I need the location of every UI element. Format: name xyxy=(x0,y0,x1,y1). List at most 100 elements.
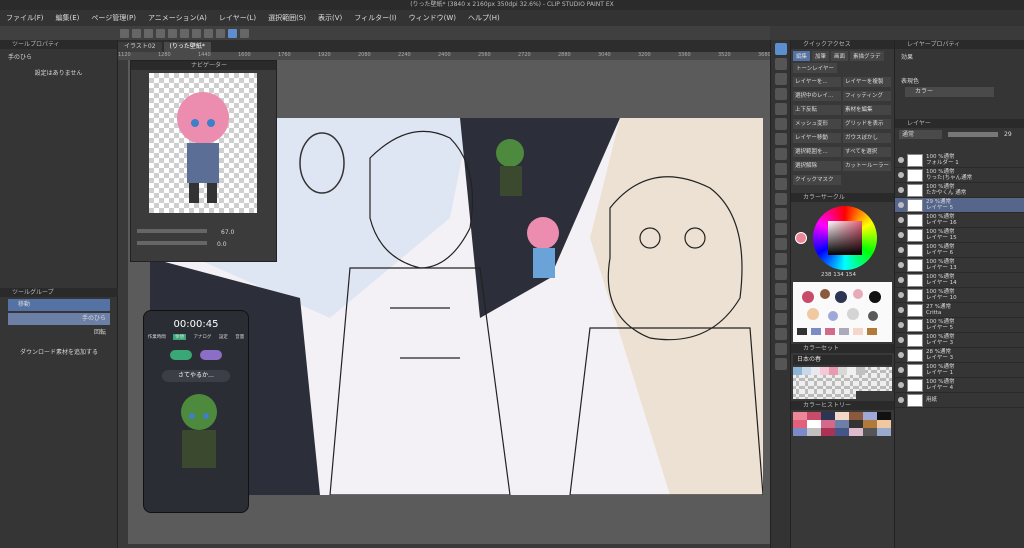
color-swatch[interactable] xyxy=(811,391,820,399)
eye-icon[interactable] xyxy=(898,337,904,343)
quick-access-button[interactable]: フィッティング xyxy=(843,91,891,101)
color-swatch[interactable] xyxy=(793,367,802,375)
tab-illust02[interactable]: イラスト02 xyxy=(118,42,162,52)
ruler-tool-icon[interactable] xyxy=(774,298,787,310)
color-swatch[interactable] xyxy=(829,383,838,391)
color-swatch[interactable] xyxy=(829,391,838,399)
eye-icon[interactable] xyxy=(898,217,904,223)
layer-row[interactable]: 100 %通常 レイヤー 1 xyxy=(895,363,1024,378)
menu-item[interactable]: フィルター(I) xyxy=(348,13,402,23)
layer-row[interactable]: 100 %通常 レイヤー 3 xyxy=(895,333,1024,348)
quick-access-button[interactable]: レイヤーを... xyxy=(793,77,841,87)
wand-tool-icon[interactable] xyxy=(774,118,787,130)
menu-item[interactable]: ウィンドウ(W) xyxy=(403,13,462,23)
opacity-value[interactable]: 29 xyxy=(1004,131,1012,138)
color-set-grid[interactable] xyxy=(793,367,892,399)
undo-icon[interactable] xyxy=(156,28,165,38)
subtool-hand[interactable]: 手のひら xyxy=(8,313,110,325)
expression-select[interactable]: カラー xyxy=(905,87,994,97)
new-icon[interactable] xyxy=(120,28,129,38)
color-swatch[interactable] xyxy=(856,367,865,375)
navigator-zoom[interactable]: 67.0 xyxy=(221,229,234,236)
eyedropper-tool-icon[interactable] xyxy=(774,73,787,85)
quick-access-tab[interactable]: 画面 xyxy=(831,51,849,61)
menu-item[interactable]: レイヤー(L) xyxy=(213,13,262,23)
color-swatch[interactable] xyxy=(829,367,838,375)
eye-icon[interactable] xyxy=(898,262,904,268)
history-swatch[interactable] xyxy=(821,428,835,436)
open-icon[interactable] xyxy=(132,28,141,38)
color-wheel[interactable]: 238 134 154 xyxy=(791,202,894,280)
color-swatch[interactable] xyxy=(793,391,802,399)
color-swatch[interactable] xyxy=(802,383,811,391)
quick-access-button[interactable]: レイヤー移動 xyxy=(793,133,841,143)
color-palette-image[interactable] xyxy=(793,282,892,342)
color-history-grid[interactable] xyxy=(793,412,892,436)
quick-access-button[interactable]: クイックマスク xyxy=(793,175,841,185)
eye-icon[interactable] xyxy=(898,187,904,193)
layer-row[interactable]: 100 %通常 レイヤー 15 xyxy=(895,228,1024,243)
history-swatch[interactable] xyxy=(807,428,821,436)
eye-icon[interactable] xyxy=(898,232,904,238)
move-tool-icon[interactable] xyxy=(774,88,787,100)
layer-row[interactable]: 100 %通常 フォルダー 1 xyxy=(895,153,1024,168)
snap-grid-icon[interactable] xyxy=(216,28,225,38)
history-swatch[interactable] xyxy=(849,420,863,428)
color-swatch[interactable] xyxy=(811,367,820,375)
layer-row[interactable]: 100 %通常 レイヤー 13 xyxy=(895,258,1024,273)
quick-access-button[interactable]: メッシュ変形 xyxy=(793,119,841,129)
layer-row[interactable]: 100 %通常 レイヤー 14 xyxy=(895,273,1024,288)
color-swatch[interactable] xyxy=(874,367,883,375)
blend-mode-select[interactable]: 通常 xyxy=(899,130,942,139)
eye-icon[interactable] xyxy=(898,307,904,313)
clear-icon[interactable] xyxy=(180,28,189,38)
quick-access-tab[interactable]: 素描グラデ xyxy=(850,51,884,61)
menu-item[interactable]: 表示(V) xyxy=(312,13,348,23)
color-wheel-icon[interactable] xyxy=(240,28,249,38)
history-swatch[interactable] xyxy=(821,412,835,420)
history-swatch[interactable] xyxy=(793,420,807,428)
quick-access-button[interactable]: レイヤーを複製 xyxy=(843,77,891,87)
eye-icon[interactable] xyxy=(898,382,904,388)
color-swatch[interactable] xyxy=(820,375,829,383)
zoom-slider[interactable] xyxy=(137,229,207,233)
menu-item[interactable]: ページ管理(P) xyxy=(85,13,142,23)
color-swatch[interactable] xyxy=(874,375,883,383)
color-swatch[interactable] xyxy=(874,383,883,391)
pencil-tool-icon[interactable] xyxy=(774,148,787,160)
eye-icon[interactable] xyxy=(898,352,904,358)
menu-item[interactable]: 選択範囲(S) xyxy=(262,13,312,23)
quick-access-tab[interactable]: 加筆 xyxy=(812,51,830,61)
color-swatch[interactable] xyxy=(883,367,892,375)
current-color-swatch[interactable] xyxy=(795,232,807,244)
eye-icon[interactable] xyxy=(898,397,904,403)
color-swatch[interactable] xyxy=(847,383,856,391)
save-icon[interactable] xyxy=(144,28,153,38)
snap-special-ruler-icon[interactable] xyxy=(228,28,237,38)
balloon-tool-icon[interactable] xyxy=(774,328,787,340)
rotate-slider[interactable] xyxy=(137,241,207,245)
layer-row[interactable]: 100 %通常 レイヤー 4 xyxy=(895,378,1024,393)
history-swatch[interactable] xyxy=(821,420,835,428)
menu-item[interactable]: ヘルプ(H) xyxy=(462,13,506,23)
color-picker-icon[interactable] xyxy=(774,358,787,370)
quick-access-button[interactable]: 上下反転 xyxy=(793,105,841,115)
history-swatch[interactable] xyxy=(835,428,849,436)
eye-icon[interactable] xyxy=(898,277,904,283)
zoom-tool-icon[interactable] xyxy=(774,58,787,70)
redo-icon[interactable] xyxy=(168,28,177,38)
quick-access-button[interactable]: ガウスぼかし xyxy=(843,133,891,143)
pen-tool-icon[interactable] xyxy=(774,133,787,145)
navigator-thumbnail[interactable] xyxy=(149,73,257,213)
color-swatch[interactable] xyxy=(802,367,811,375)
menu-item[interactable]: アニメーション(A) xyxy=(142,13,213,23)
history-swatch[interactable] xyxy=(863,420,877,428)
history-swatch[interactable] xyxy=(835,412,849,420)
eye-icon[interactable] xyxy=(898,157,904,163)
quick-access-button[interactable]: 選択中のレイ... xyxy=(793,91,841,101)
menu-item[interactable]: ファイル(F) xyxy=(0,13,50,23)
color-swatch[interactable] xyxy=(838,391,847,399)
layer-row[interactable]: 28 %通常 レイヤー 3 xyxy=(895,348,1024,363)
color-swatch[interactable] xyxy=(829,375,838,383)
decoration-tool-icon[interactable] xyxy=(774,193,787,205)
